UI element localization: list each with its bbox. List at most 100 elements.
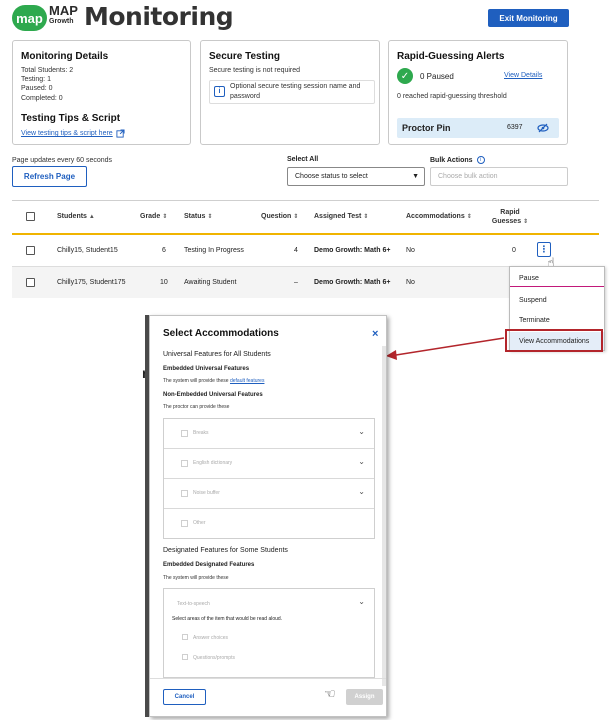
bulk-action-select[interactable]: Choose bulk action: [430, 167, 568, 186]
monitoring-details-title: Monitoring Details: [21, 51, 109, 62]
feature-label: Noise buffer: [193, 490, 220, 496]
row-checkbox[interactable]: [26, 246, 35, 255]
col-grade[interactable]: Grade ⇕: [140, 213, 167, 220]
feature-label: English dictionary: [193, 460, 233, 466]
embedded-designated-title: Embedded Designated Features: [163, 562, 255, 568]
embedded-universal-title: Embedded Universal Features: [163, 366, 250, 372]
col-accommodations[interactable]: Accommodations ⇕: [406, 213, 472, 220]
col-question[interactable]: Question ⇕: [261, 213, 298, 220]
rapid-guessing-title: Rapid-Guessing Alerts: [397, 51, 505, 62]
tts-instruction: Select areas of the item that would be r…: [172, 616, 283, 622]
col-students[interactable]: Students ▲: [57, 213, 95, 220]
non-embedded-feature-list: Breaks ⌄ English dictionary ⌄ Noise buff…: [163, 418, 375, 539]
feature-checkbox[interactable]: [181, 460, 188, 467]
completed-count-text: Completed: 0: [21, 95, 63, 102]
feature-row-noise-buffer[interactable]: Noise buffer ⌄: [164, 479, 374, 509]
assign-button[interactable]: Assign: [346, 689, 383, 705]
proctor-pin-value: 6397: [507, 124, 523, 131]
text-to-speech-panel: Text-to-speech ⌄ Select areas of the ite…: [163, 588, 375, 678]
secure-testing-info-text: Optional secure testing session name and…: [230, 83, 361, 100]
status-value: Awaiting Student: [184, 279, 237, 286]
tts-label: Text-to-speech: [177, 601, 210, 607]
tts-option-checkbox[interactable]: [182, 634, 188, 640]
highlight-box: [505, 329, 603, 352]
callout-arrow: [386, 337, 505, 360]
designated-features-title: Designated Features for Some Students: [163, 547, 288, 554]
col-status[interactable]: Status ⇕: [184, 213, 212, 220]
default-features-link[interactable]: default features: [230, 378, 264, 384]
question-value: –: [294, 279, 298, 286]
paused-count-text: Paused: 0: [21, 85, 53, 92]
status-select-value: Choose status to select: [295, 173, 368, 180]
universal-features-title: Universal Features for All Students: [163, 351, 271, 358]
threshold-text: 0 reached rapid-guessing threshold: [397, 93, 507, 100]
row-checkbox[interactable]: [26, 278, 35, 287]
chevron-down-icon[interactable]: ⌄: [358, 427, 365, 436]
testing-tips-link[interactable]: View testing tips & script here: [21, 130, 113, 137]
secure-testing-status: Secure testing is not required: [209, 67, 301, 74]
feature-label: Breaks: [193, 430, 209, 436]
feature-row-breaks[interactable]: Breaks ⌄: [164, 419, 374, 449]
check-circle-icon: ✓: [397, 68, 413, 84]
feature-row-english-dictionary[interactable]: English dictionary ⌄: [164, 449, 374, 479]
info-circle-icon[interactable]: i: [476, 156, 485, 164]
view-details-link[interactable]: View Details: [504, 72, 542, 79]
col-assigned-test[interactable]: Assigned Test ⇕: [314, 213, 368, 220]
feature-checkbox[interactable]: [181, 520, 188, 527]
non-embedded-universal-title: Non-Embedded Universal Features: [163, 392, 263, 398]
grade-value: 10: [160, 279, 168, 286]
bulk-actions-label: Bulk Actions: [430, 156, 473, 164]
cancel-button[interactable]: Cancel: [163, 689, 206, 705]
refresh-page-button[interactable]: Refresh Page: [12, 166, 87, 187]
accommodations-value: No: [406, 279, 415, 286]
logo-map-text: MAP: [49, 3, 78, 18]
embedded-designated-desc: The system will provide these: [163, 575, 229, 581]
chevron-down-icon[interactable]: ⌄: [358, 487, 365, 496]
logo-growth-text: Growth: [49, 18, 74, 25]
question-value: 4: [294, 247, 298, 254]
grade-value: 6: [162, 247, 166, 254]
update-interval-text: Page updates every 60 seconds: [12, 157, 113, 164]
secure-testing-title: Secure Testing: [209, 51, 280, 62]
hand-pointer-icon: ☜: [324, 686, 336, 701]
secure-testing-info-box: i Optional secure testing session name a…: [209, 80, 375, 104]
menu-item-pause[interactable]: Pause: [510, 271, 604, 287]
menu-item-terminate[interactable]: Terminate: [510, 312, 604, 328]
select-all-checkbox[interactable]: [26, 212, 35, 221]
menu-item-suspend[interactable]: Suspend: [510, 292, 604, 308]
feature-label: Other: [193, 520, 206, 526]
close-icon[interactable]: ×: [372, 328, 378, 340]
feature-row-other[interactable]: Other: [164, 509, 374, 539]
info-icon: i: [214, 86, 225, 97]
tts-option-label: Answer choices: [193, 635, 229, 641]
external-link-icon[interactable]: [116, 129, 125, 138]
rapid-guesses-value: 0: [512, 247, 516, 254]
feature-checkbox[interactable]: [181, 490, 188, 497]
page-title: Monitoring: [84, 2, 234, 31]
table-row: Chilly15, Student15 6 Testing In Progres…: [12, 235, 599, 270]
chevron-down-icon[interactable]: ⌄: [358, 457, 365, 466]
chevron-up-icon[interactable]: ⌄: [358, 597, 365, 606]
rapid-guessing-card: Rapid-Guessing Alerts ✓ 0 Paused View De…: [388, 40, 568, 145]
embedded-universal-desc: The system will provide these default fe…: [163, 378, 265, 384]
student-name[interactable]: Chilly15, Student15: [57, 247, 118, 254]
select-accommodations-modal: Select Accommodations × Universal Featur…: [149, 315, 387, 717]
assigned-test-value: Demo Growth: Math 6+: [314, 247, 391, 254]
non-embedded-desc: The proctor can provide these: [163, 404, 230, 410]
col-rapid-guesses[interactable]: Rapid Guesses ⇕: [487, 208, 533, 227]
proctor-pin-box: Proctor Pin 6397: [397, 118, 559, 138]
secure-testing-card: Secure Testing Secure testing is not req…: [200, 40, 380, 145]
footer-divider: [150, 678, 386, 679]
student-name[interactable]: Chilly175, Student175: [57, 279, 126, 286]
exit-monitoring-button[interactable]: Exit Monitoring: [488, 9, 569, 27]
hide-pin-icon[interactable]: [537, 123, 549, 133]
status-select[interactable]: Choose status to select ▼: [287, 167, 425, 186]
status-value: Testing In Progress: [184, 247, 244, 254]
feature-checkbox[interactable]: [181, 430, 188, 437]
modal-scrollbar[interactable]: [382, 346, 386, 686]
tts-option-checkbox[interactable]: [182, 654, 188, 660]
paused-alerts-text: 0 Paused: [420, 72, 454, 81]
accommodations-value: No: [406, 247, 415, 254]
select-all-label: Select All: [287, 156, 319, 163]
modal-title: Select Accommodations: [163, 328, 279, 339]
